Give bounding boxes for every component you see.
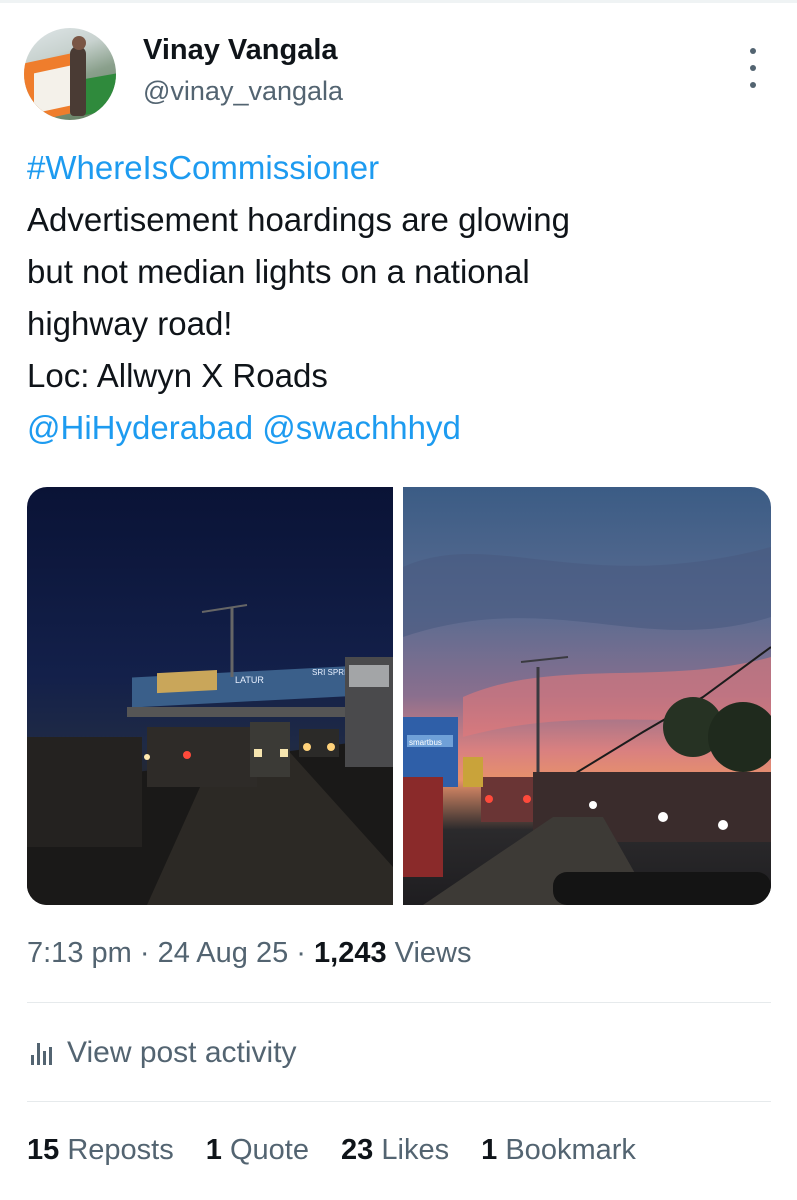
bookmarks-label: Bookmark xyxy=(505,1134,636,1166)
views-label: Views xyxy=(394,937,472,969)
media-gap xyxy=(393,487,403,905)
meta-separator: · xyxy=(139,937,150,969)
reposts-stat[interactable]: 15 Reposts xyxy=(27,1134,174,1166)
avatar-person-head xyxy=(72,36,86,50)
view-post-activity-button[interactable]: View post activity xyxy=(31,1036,297,1070)
divider xyxy=(27,1101,771,1102)
more-dot xyxy=(750,65,756,71)
divider xyxy=(27,1002,771,1003)
tweet-line: Loc: Allwyn X Roads xyxy=(27,357,328,394)
avatar-flag-green xyxy=(82,72,116,116)
avatar[interactable] xyxy=(24,28,116,120)
likes-count: 23 xyxy=(341,1134,374,1166)
view-post-activity-label: View post activity xyxy=(67,1036,297,1069)
post-time[interactable]: 7:13 pm xyxy=(27,937,132,969)
photo-right-illustration: smartbus xyxy=(403,547,771,905)
analytics-icon xyxy=(31,1041,53,1065)
post-meta: 7:13 pm · 24 Aug 25 · 1,243 Views xyxy=(27,937,472,970)
likes-stat[interactable]: 23 Likes xyxy=(341,1134,449,1166)
mention-links[interactable]: @HiHyderabad @swachhhyd xyxy=(27,402,772,454)
tweet-line: highway road! xyxy=(27,305,233,342)
reposts-label: Reposts xyxy=(67,1134,174,1166)
engagement-stats: 15 Reposts 1 Quote 23 Likes 1 Bookmark xyxy=(27,1134,660,1167)
bookmarks-count: 1 xyxy=(481,1134,498,1166)
views-count: 1,243 xyxy=(314,937,387,969)
reposts-count: 15 xyxy=(27,1134,60,1166)
hashtag-link[interactable]: #WhereIsCommissioner xyxy=(27,142,772,194)
post-date[interactable]: 24 Aug 25 xyxy=(158,937,289,969)
quotes-stat[interactable]: 1 Quote xyxy=(206,1134,309,1166)
more-options-icon[interactable] xyxy=(743,48,763,88)
avatar-person xyxy=(70,46,86,116)
author-handle[interactable]: @vinay_vangala xyxy=(143,76,343,107)
more-dot xyxy=(750,48,756,54)
likes-label: Likes xyxy=(381,1134,450,1166)
more-dot xyxy=(750,82,756,88)
author-name[interactable]: Vinay Vangala xyxy=(143,34,338,67)
tweet-text: #WhereIsCommissioner Advertisement hoard… xyxy=(27,142,772,454)
quotes-label: Quote xyxy=(229,1134,309,1166)
media-grid: LATUR SRI SPRING smartbus xyxy=(27,487,771,905)
top-divider xyxy=(0,0,797,3)
hoarding-text-left: LATUR xyxy=(235,675,264,685)
meta-separator: · xyxy=(296,937,306,969)
photo-night-highway[interactable]: LATUR SRI SPRING xyxy=(27,487,393,905)
bookmarks-stat[interactable]: 1 Bookmark xyxy=(481,1134,636,1166)
quotes-count: 1 xyxy=(205,1134,222,1166)
tweet-line: but not median lights on a national xyxy=(27,253,530,290)
photo-left-illustration: LATUR SRI SPRING xyxy=(27,604,393,905)
tweet-line: Advertisement hoardings are glowing xyxy=(27,201,570,238)
photo-sunset-traffic[interactable]: smartbus xyxy=(403,487,771,905)
bus-sign-text: smartbus xyxy=(409,738,442,747)
